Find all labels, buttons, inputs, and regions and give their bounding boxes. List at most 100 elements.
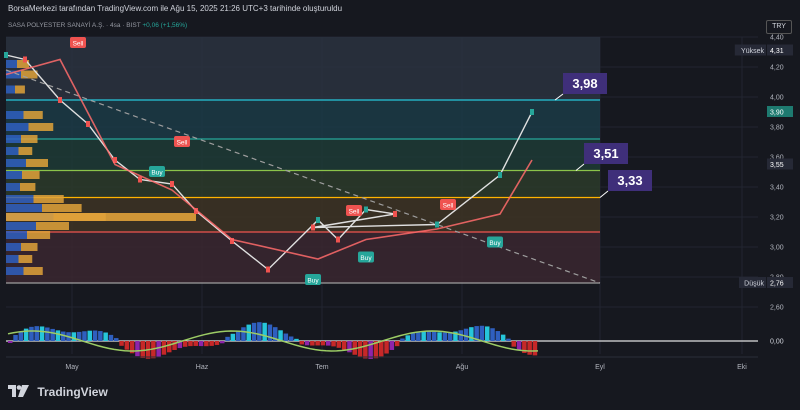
- volume-profile-bar: [6, 243, 21, 251]
- volume-profile-bar: [21, 135, 38, 143]
- oscillator-bar: [341, 341, 347, 350]
- volume-profile-bar: [6, 171, 22, 179]
- volume-profile-bar: [23, 111, 43, 119]
- x-axis-tick-label: Eki: [737, 364, 747, 371]
- oscillator-bar: [140, 341, 145, 359]
- oscillator-bar: [326, 341, 331, 346]
- volume-profile-bar: [6, 123, 29, 131]
- price-point: [316, 217, 320, 223]
- volume-profile-bar: [23, 267, 43, 275]
- price-point: [138, 176, 142, 183]
- volume-profile-bar: [28, 123, 54, 131]
- price-label-name: Yüksek: [741, 48, 764, 55]
- oscillator-bar: [50, 328, 55, 341]
- signal-buy-label: Buy: [358, 251, 374, 263]
- oscillator-bar: [463, 328, 469, 341]
- volume-profile-bar: [6, 159, 26, 167]
- oscillator-bar: [405, 335, 410, 341]
- signal-text: Sell: [177, 140, 188, 147]
- signal-text: Sell: [349, 209, 360, 216]
- oscillator-bar: [299, 341, 304, 345]
- volume-profile-bar: [27, 231, 51, 239]
- oscillator-bar: [204, 341, 209, 347]
- x-axis-tick-label: Eyl: [595, 364, 605, 371]
- oscillator-bar: [331, 341, 336, 347]
- signal-text: Buy: [151, 170, 163, 177]
- oscillator-bar: [394, 341, 400, 347]
- y-axis-tick-label: 3,80: [770, 125, 784, 132]
- oscillator-bar: [124, 341, 130, 350]
- signal-sell-label: Sell: [440, 199, 456, 210]
- price-chart[interactable]: Sell Sell Buy Sell Buy Sell Buy Buy 3,98 3,51 3,33…: [0, 0, 800, 410]
- oscillator-bar: [225, 336, 230, 341]
- y-axis-tick-label: 4,40: [770, 35, 784, 42]
- oscillator-bar: [320, 341, 326, 346]
- signal-text: Buy: [360, 255, 372, 262]
- y-axis-tick-label: 4,00: [770, 95, 784, 102]
- volume-profile-bar: [18, 255, 33, 263]
- oscillator-bar: [55, 330, 61, 341]
- volume-profile-bar: [26, 159, 48, 167]
- oscillator-bar: [500, 334, 506, 341]
- volume-profile-bar: [6, 111, 24, 119]
- oscillator-bar: [495, 331, 501, 341]
- signal-sell-label: Sell: [70, 37, 86, 48]
- signal-sell-label: Sell: [174, 136, 190, 147]
- oscillator-bar: [421, 331, 426, 341]
- signal-text: Sell: [73, 41, 84, 48]
- x-axis-tick-label: Ağu: [456, 364, 469, 371]
- oscillator-bar: [336, 341, 342, 348]
- oscillator-bar: [511, 341, 516, 347]
- volume-profile-bar: [6, 222, 36, 230]
- y-axis-tick-label: 3,40: [770, 185, 784, 192]
- oscillator-bar: [114, 338, 119, 341]
- volume-profile-bar: [22, 171, 40, 179]
- volume-profile-bar: [21, 243, 38, 251]
- price-point: [311, 224, 315, 231]
- price-point: [336, 236, 340, 243]
- oscillator-bar: [18, 331, 24, 341]
- oscillator-bar: [432, 331, 437, 341]
- tradingview-logo[interactable]: TradingView: [8, 385, 108, 399]
- oscillator-bar: [98, 331, 103, 341]
- oscillator-bar: [363, 341, 368, 359]
- oscillator-bar: [442, 332, 448, 341]
- price-point: [498, 172, 502, 178]
- oscillator-bar: [357, 341, 363, 357]
- signal-text: Sell: [443, 203, 454, 210]
- volume-profile-bar: [18, 147, 33, 155]
- oscillator-bar: [193, 341, 198, 346]
- y-axis-tick-label: 2,60: [770, 305, 784, 312]
- oscillator-bar: [347, 341, 352, 353]
- oscillator-bar: [304, 341, 310, 346]
- signal-buy-label: Buy: [487, 236, 503, 248]
- volume-profile-bar: [6, 135, 21, 143]
- oscillator-bar: [167, 341, 172, 353]
- oscillator-bar: [82, 331, 87, 341]
- oscillator-bar: [447, 332, 453, 341]
- oscillator-bar: [220, 341, 225, 344]
- price-point: [4, 52, 8, 58]
- signal-buy-label: Buy: [305, 274, 321, 285]
- volume-profile-bar: [6, 267, 24, 275]
- level-callout-text: 3,98: [572, 76, 597, 91]
- price-label-value: 4,31: [770, 48, 784, 55]
- oscillator-bar: [262, 322, 267, 341]
- oscillator-bar: [29, 326, 34, 341]
- price-point: [393, 211, 397, 217]
- tradingview-logo-icon: [8, 385, 29, 397]
- volume-profile-bar: [6, 147, 19, 155]
- volume-profile-bar: [6, 85, 15, 94]
- oscillator-bar: [532, 341, 538, 356]
- x-axis-tick-label: Haz: [196, 364, 209, 371]
- fib-zone: [6, 232, 600, 283]
- price-point: [266, 266, 270, 273]
- oscillator-bar: [103, 332, 108, 341]
- oscillator-bar: [267, 324, 273, 341]
- oscillator-bar: [490, 328, 495, 341]
- fib-zone: [6, 170, 600, 198]
- oscillator-bar: [437, 332, 442, 341]
- volume-profile-bar: [20, 183, 36, 191]
- oscillator-bar: [34, 326, 39, 341]
- price-label-name: Düşük: [744, 281, 764, 288]
